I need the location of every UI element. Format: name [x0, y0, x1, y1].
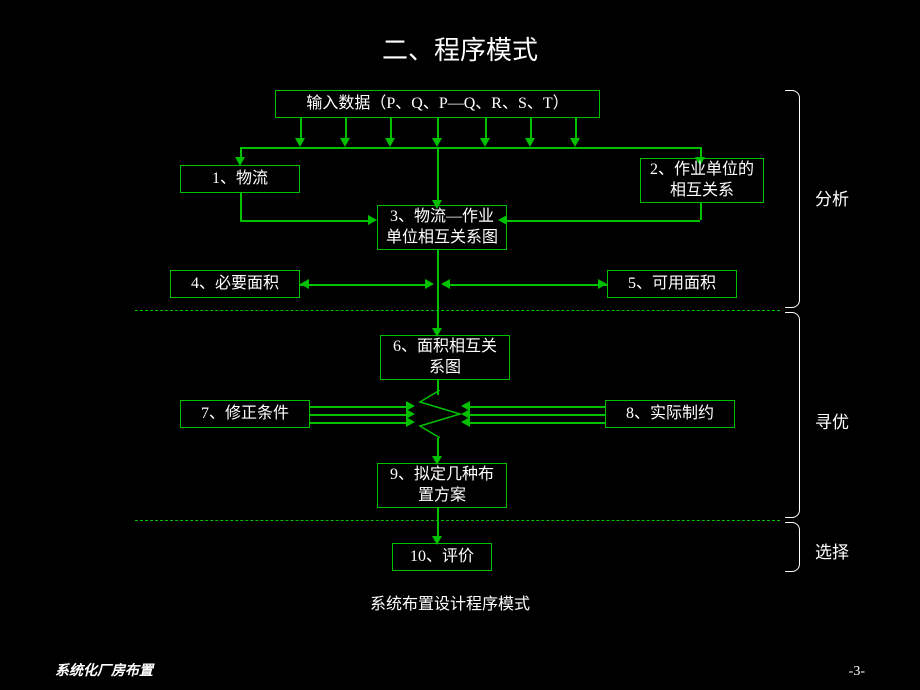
footer-left: 系统化厂房布置: [55, 660, 153, 680]
box-1: 1、物流: [180, 165, 300, 193]
box-2: 2、作业单位的相互关系: [640, 158, 764, 203]
box-5: 5、可用面积: [607, 270, 737, 298]
box-input: 输入数据（P、Q、P—Q、R、S、T）: [275, 90, 600, 118]
box-10: 10、评价: [392, 543, 492, 571]
box-6: 6、面积相互关系图: [380, 335, 510, 380]
box-3: 3、物流—作业单位相互关系图: [377, 205, 507, 250]
box-7: 7、修正条件: [180, 400, 310, 428]
divider-1: [135, 310, 780, 311]
divider-2: [135, 520, 780, 521]
footer-right: -3-: [849, 664, 865, 680]
flowchart-diagram: 输入数据（P、Q、P—Q、R、S、T） 1、物流 2、作业单位的相互关系 3、物…: [0, 80, 920, 650]
bracket-3: [785, 522, 800, 572]
box-9: 9、拟定几种布置方案: [377, 463, 507, 508]
stage-3: 选择: [815, 538, 849, 563]
stage-1: 分析: [815, 185, 849, 210]
decision-zigzag: [415, 390, 465, 438]
box-8: 8、实际制约: [605, 400, 735, 428]
stage-2: 寻优: [815, 408, 849, 433]
bracket-1: [785, 90, 800, 308]
page-title: 二、程序模式: [0, 0, 920, 67]
diagram-caption: 系统布置设计程序模式: [360, 590, 540, 614]
box-4: 4、必要面积: [170, 270, 300, 298]
bracket-2: [785, 312, 800, 518]
